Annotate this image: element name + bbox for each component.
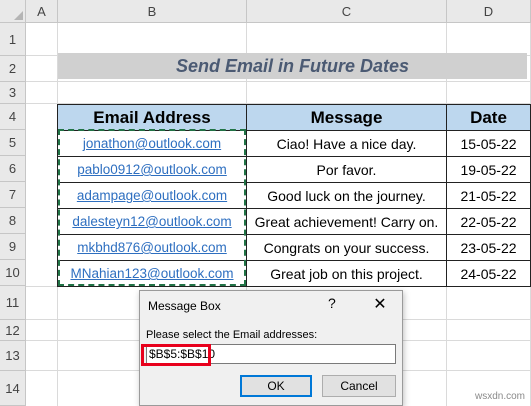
header-date[interactable]: Date: [446, 104, 531, 131]
email-cell[interactable]: jonathon@outlook.com: [57, 130, 247, 157]
date-cell[interactable]: 21-05-22: [446, 182, 531, 209]
message-cell[interactable]: Great achievement! Carry on.: [246, 208, 447, 235]
date-cell[interactable]: 19-05-22: [446, 156, 531, 183]
gridline: [26, 81, 531, 82]
sheet-title: Send Email in Future Dates: [58, 53, 527, 79]
date-cell[interactable]: 24-05-22: [446, 260, 531, 287]
row-header-14[interactable]: 14: [0, 371, 26, 406]
date-cell[interactable]: 15-05-22: [446, 130, 531, 157]
row-header-10[interactable]: 10: [0, 260, 26, 286]
message-cell[interactable]: Congrats on your success.: [246, 234, 447, 261]
dialog-prompt: Please select the Email addresses:: [146, 329, 318, 341]
message-cell[interactable]: Good luck on the journey.: [246, 182, 447, 209]
header-message[interactable]: Message: [246, 104, 447, 131]
header-email[interactable]: Email Address: [57, 104, 247, 131]
row-header-2[interactable]: 2: [0, 56, 26, 82]
message-cell[interactable]: Ciao! Have a nice day.: [246, 130, 447, 157]
spreadsheet-grid: A B C D 1 2 3 4 5 6 7 8 9 10 11 12 13 14…: [0, 0, 531, 406]
column-header-a[interactable]: A: [26, 0, 58, 23]
select-all-corner[interactable]: [0, 0, 26, 23]
row-header-11[interactable]: 11: [0, 286, 26, 320]
row-header-7[interactable]: 7: [0, 182, 26, 208]
column-header-d[interactable]: D: [447, 0, 531, 23]
message-box-dialog: Message Box ? ✕ Please select the Email …: [139, 290, 403, 406]
watermark: wsxdn.com: [474, 391, 525, 402]
row-header-3[interactable]: 3: [0, 82, 26, 104]
help-icon[interactable]: ?: [328, 295, 336, 311]
row-header-5[interactable]: 5: [0, 130, 26, 156]
row-header-6[interactable]: 6: [0, 156, 26, 182]
row-header-1[interactable]: 1: [0, 23, 26, 56]
date-cell[interactable]: 22-05-22: [446, 208, 531, 235]
column-header-b[interactable]: B: [58, 0, 247, 23]
dialog-title: Message Box: [148, 299, 221, 313]
row-header-8[interactable]: 8: [0, 208, 26, 234]
row-header-13[interactable]: 13: [0, 341, 26, 371]
email-cell[interactable]: dalesteyn12@outlook.com: [57, 208, 247, 235]
email-cell[interactable]: mkbhd876@outlook.com: [57, 234, 247, 261]
row-header-4[interactable]: 4: [0, 104, 26, 130]
date-cell[interactable]: 23-05-22: [446, 234, 531, 261]
column-header-c[interactable]: C: [247, 0, 447, 23]
ok-button[interactable]: OK: [240, 375, 312, 397]
row-header-12[interactable]: 12: [0, 320, 26, 341]
close-icon[interactable]: ✕: [368, 294, 392, 314]
select-all-icon: [14, 11, 23, 20]
email-cell[interactable]: MNahian123@outlook.com: [57, 260, 247, 287]
message-cell[interactable]: Por favor.: [246, 156, 447, 183]
cancel-button[interactable]: Cancel: [322, 375, 396, 397]
row-header-9[interactable]: 9: [0, 234, 26, 260]
message-cell[interactable]: Great job on this project.: [246, 260, 447, 287]
email-cell[interactable]: adampage@outlook.com: [57, 182, 247, 209]
email-cell[interactable]: pablo0912@outlook.com: [57, 156, 247, 183]
range-input[interactable]: $B$5:$B$10: [146, 344, 396, 364]
